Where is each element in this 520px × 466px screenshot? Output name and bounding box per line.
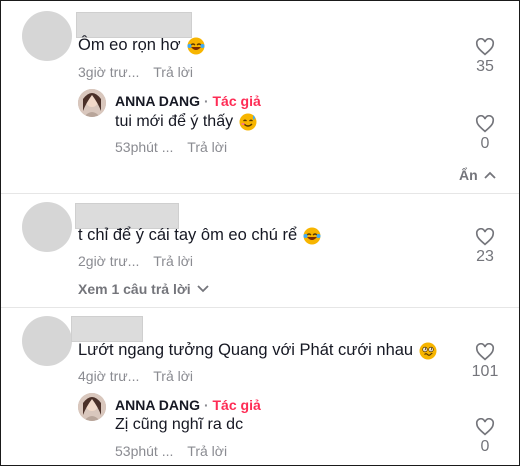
heart-icon: [475, 343, 495, 361]
chevron-up-icon: [484, 171, 496, 179]
hide-replies-label: Ẩn: [459, 167, 478, 183]
comments-panel: Ôm eo rọn hơ 3giờ trư... Trả lời 35 ANNA…: [0, 0, 520, 466]
reply-text: tui mới để ý thấy: [115, 113, 257, 131]
comment-text: Ôm eo rọn hơ: [78, 36, 205, 55]
comment-meta: 2giờ trư... Trả lời: [78, 253, 193, 269]
author-badge: Tác giả: [212, 397, 261, 413]
like-count: 0: [480, 135, 490, 152]
comment-meta: 3giờ trư... Trả lời: [78, 64, 193, 80]
username-redacted[interactable]: [71, 316, 143, 342]
view-replies-label: Xem 1 câu trả lời: [78, 281, 191, 297]
like-button[interactable]: 0: [470, 115, 500, 153]
reply-author[interactable]: ANNA DANG · Tác giả: [115, 93, 261, 109]
comment-meta: 4giờ trư... Trả lời: [78, 368, 193, 384]
author-name[interactable]: ANNA DANG: [115, 397, 200, 413]
timestamp: 2giờ trư...: [78, 253, 140, 269]
reply-meta: 53phút ... Trả lời: [115, 139, 227, 155]
avatar[interactable]: [22, 11, 72, 61]
like-button[interactable]: 35: [470, 38, 500, 76]
reply-button[interactable]: Trả lời: [187, 139, 227, 155]
comment-text-label: t chỉ để ý cái tay ôm eo chú rể: [78, 226, 298, 244]
username-redacted[interactable]: [76, 12, 192, 38]
chevron-down-icon: [197, 285, 209, 293]
avatar[interactable]: [22, 316, 72, 366]
dizzy-face-icon: [419, 342, 437, 360]
laughing-tears-icon: [303, 227, 321, 245]
like-count: 0: [480, 438, 490, 455]
heart-icon: [475, 418, 495, 436]
reply-meta: 53phút ... Trả lời: [115, 443, 227, 459]
reply-button[interactable]: Trả lời: [153, 253, 193, 269]
hide-replies-button[interactable]: Ẩn: [459, 167, 496, 183]
comment-text-label: Lướt ngang tưởng Quang với Phát cưới nha…: [78, 341, 414, 359]
timestamp: 53phút ...: [115, 139, 174, 155]
divider: [1, 193, 519, 194]
reply-text-label: Zị cũng nghĩ ra dc: [115, 416, 244, 433]
comment-text: Lướt ngang tưởng Quang với Phát cưới nha…: [78, 341, 437, 360]
view-replies-button[interactable]: Xem 1 câu trả lời: [78, 281, 209, 297]
reply-button[interactable]: Trả lời: [153, 368, 193, 384]
like-button[interactable]: 23: [470, 228, 500, 266]
divider: [1, 307, 519, 308]
heart-icon: [475, 115, 495, 133]
author-badge: Tác giả: [212, 93, 261, 109]
like-button[interactable]: 0: [470, 418, 500, 456]
author-name[interactable]: ANNA DANG: [115, 93, 200, 109]
comment-text: t chỉ để ý cái tay ôm eo chú rể: [78, 226, 321, 245]
like-count: 35: [476, 58, 494, 75]
timestamp: 53phút ...: [115, 443, 174, 459]
reply-avatar[interactable]: [78, 393, 106, 421]
timestamp: 4giờ trư...: [78, 368, 140, 384]
comment-text-label: Ôm eo rọn hơ: [78, 36, 181, 54]
reply-avatar[interactable]: [78, 89, 106, 117]
reply-text: Zị cũng nghĩ ra dc: [115, 416, 243, 434]
heart-icon: [475, 228, 495, 246]
heart-icon: [475, 38, 495, 56]
smiling-sweat-icon: [239, 113, 257, 131]
avatar[interactable]: [22, 202, 72, 252]
like-count: 101: [471, 363, 499, 380]
reply-button[interactable]: Trả lời: [153, 64, 193, 80]
timestamp: 3giờ trư...: [78, 64, 140, 80]
reply-text-label: tui mới để ý thấy: [115, 113, 234, 130]
reply-button[interactable]: Trả lời: [187, 443, 227, 459]
reply-author[interactable]: ANNA DANG · Tác giả: [115, 397, 261, 413]
laughing-tears-icon: [187, 37, 205, 55]
like-button[interactable]: 101: [470, 343, 500, 381]
like-count: 23: [476, 248, 494, 265]
